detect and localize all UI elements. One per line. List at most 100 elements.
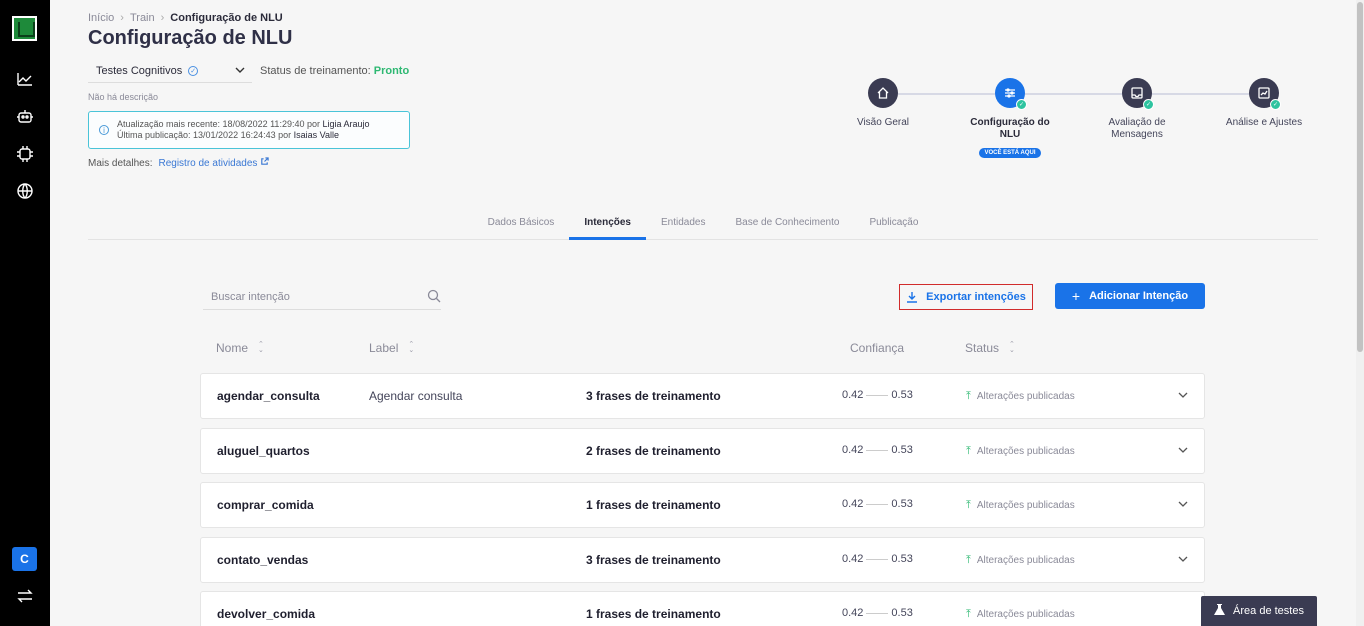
check-icon: ✓ <box>1143 99 1154 110</box>
column-header-label-col[interactable]: Label ⌃ ⌄ <box>369 341 414 355</box>
confidence-range: 0.42 0.53 <box>842 389 913 401</box>
publish-status-text: Alterações publicadas <box>976 446 1075 457</box>
training-status: Status de treinamento: Pronto <box>260 65 409 77</box>
tab-entities[interactable]: Entidades <box>646 212 720 240</box>
training-phrases-count: 3 frases de treinamento <box>586 553 721 567</box>
swap-icon[interactable] <box>16 587 34 605</box>
training-phrases-count: 3 frases de treinamento <box>586 389 721 403</box>
last-update-user: Ligia Araujo <box>322 119 370 129</box>
confidence-min: 0.42 <box>842 553 864 565</box>
chevron-down-icon <box>234 64 246 79</box>
app-logo[interactable] <box>12 16 37 41</box>
search-input[interactable] <box>211 290 411 303</box>
sliders-icon: ✓ <box>995 78 1027 110</box>
upload-icon: ⤒ <box>966 608 971 620</box>
confidence-max: 0.53 <box>891 607 913 619</box>
intent-name: aluguel_quartos <box>217 444 310 458</box>
test-area-button[interactable]: Área de testes <box>1201 596 1317 626</box>
confidence-range: 0.42 0.53 <box>842 498 913 510</box>
search-icon[interactable] <box>427 289 441 308</box>
column-header-label: Label <box>369 341 399 355</box>
column-header-label: Confiança <box>850 341 905 355</box>
confidence-range: 0.42 0.53 <box>842 444 913 456</box>
add-intent-label: Adicionar Intenção <box>1089 290 1189 302</box>
publish-status: ⤒ Alterações publicadas <box>966 390 1075 403</box>
table-row[interactable]: contato_vendas 3 frases de treinamento 0… <box>200 537 1205 583</box>
page-scrollbar[interactable] <box>1356 0 1364 626</box>
step-label: Avaliação de Mensagens <box>1108 117 1166 140</box>
scrollbar-thumb[interactable] <box>1357 2 1363 352</box>
more-details-label: Mais detalhes: <box>88 158 153 169</box>
user-avatar[interactable]: C <box>12 547 37 571</box>
confidence-max: 0.53 <box>891 389 913 401</box>
sort-icon[interactable]: ⌃ ⌄ <box>258 341 264 354</box>
flask-icon <box>1214 603 1226 619</box>
expand-chevron-icon[interactable] <box>1176 497 1190 516</box>
expand-chevron-icon[interactable] <box>1176 388 1190 407</box>
check-icon: ✓ <box>1270 99 1281 110</box>
table-row[interactable]: devolver_comida 1 frases de treinamento … <box>200 591 1205 626</box>
confidence-min: 0.42 <box>842 444 864 456</box>
sort-icon[interactable]: ⌃ ⌄ <box>1009 341 1015 354</box>
tab-knowledge-base[interactable]: Base de Conhecimento <box>720 212 854 240</box>
activity-log-link[interactable]: Registro de atividades <box>158 158 257 169</box>
intent-name: agendar_consulta <box>217 389 320 403</box>
sidebar: C <box>0 0 50 626</box>
breadcrumb-separator: › <box>120 12 124 24</box>
chart-icon: ✓ <box>1249 78 1281 110</box>
tab-intents[interactable]: Intenções <box>569 212 646 240</box>
expand-chevron-icon[interactable] <box>1176 552 1190 571</box>
step-analysis[interactable]: ✓ Análise e Ajustes <box>1214 78 1314 129</box>
training-phrases-count: 1 frases de treinamento <box>586 498 721 512</box>
column-header-name[interactable]: Nome ⌃ ⌄ <box>216 341 264 355</box>
upload-icon: ⤒ <box>966 445 971 457</box>
sort-icon[interactable]: ⌃ ⌄ <box>408 341 414 354</box>
breadcrumb-home[interactable]: Início <box>88 12 114 24</box>
add-intent-button[interactable]: + Adicionar Intenção <box>1055 283 1205 309</box>
globe-icon[interactable] <box>16 182 34 200</box>
search-box <box>203 284 441 310</box>
column-header-status[interactable]: Status ⌃ ⌄ <box>965 341 1015 355</box>
chart-icon[interactable] <box>16 70 34 88</box>
step-message-evaluation[interactable]: ✓ Avaliação de Mensagens <box>1087 78 1187 141</box>
bot-select[interactable]: Testes Cognitivos ✓ <box>88 60 252 83</box>
breadcrumb-train[interactable]: Train <box>130 12 155 24</box>
more-details: Mais detalhes: Registro de atividades <box>88 157 269 169</box>
tab-bar: Dados Básicos Intenções Entidades Base d… <box>88 212 1318 240</box>
column-header-label: Status <box>965 341 1000 355</box>
expand-chevron-icon[interactable] <box>1176 443 1190 462</box>
step-nlu-config[interactable]: ✓ Configuração do NLU VOCÊ ESTÁ AQUI <box>960 78 1060 159</box>
intent-name: contato_vendas <box>217 553 309 567</box>
tab-basic-data[interactable]: Dados Básicos <box>473 212 570 240</box>
home-icon <box>868 78 898 108</box>
step-label: Análise e Ajustes <box>1225 117 1303 128</box>
publish-status-text: Alterações publicadas <box>976 391 1075 402</box>
publish-status-text: Alterações publicadas <box>976 609 1075 620</box>
publish-status-text: Alterações publicadas <box>976 500 1075 511</box>
publish-status: ⤒ Alterações publicadas <box>966 499 1075 512</box>
breadcrumb-current: Configuração de NLU <box>170 12 283 24</box>
page-title: Configuração de NLU <box>88 27 293 49</box>
intent-name: devolver_comida <box>217 607 316 621</box>
publish-status: ⤒ Alterações publicadas <box>966 554 1075 567</box>
training-phrases-count: 1 frases de treinamento <box>586 607 721 621</box>
chip-icon[interactable] <box>16 145 34 163</box>
external-link-icon[interactable] <box>260 157 269 169</box>
check-icon: ✓ <box>1016 99 1027 110</box>
column-header-confidence: Confiança <box>850 341 904 355</box>
tab-publication[interactable]: Publicação <box>854 212 933 240</box>
step-overview[interactable]: Visão Geral <box>833 78 933 129</box>
publish-status: ⤒ Alterações publicadas <box>966 445 1075 458</box>
main-content: Início › Train › Configuração de NLU Con… <box>50 0 1356 626</box>
confidence-max: 0.53 <box>891 444 913 456</box>
training-status-value: Pronto <box>373 65 410 77</box>
export-intents-button[interactable]: Exportar intenções <box>899 284 1033 310</box>
test-area-label: Área de testes <box>1233 605 1304 617</box>
column-header-label: Nome <box>216 341 249 355</box>
table-row[interactable]: aluguel_quartos 2 frases de treinamento … <box>200 428 1205 474</box>
table-row[interactable]: agendar_consulta Agendar consulta 3 fras… <box>200 373 1205 419</box>
breadcrumb: Início › Train › Configuração de NLU <box>88 12 283 24</box>
last-publish-text: Última publicação: 13/01/2022 16:24:43 p… <box>117 130 294 140</box>
robot-icon[interactable] <box>16 107 34 125</box>
table-row[interactable]: comprar_comida 1 frases de treinamento 0… <box>200 482 1205 528</box>
